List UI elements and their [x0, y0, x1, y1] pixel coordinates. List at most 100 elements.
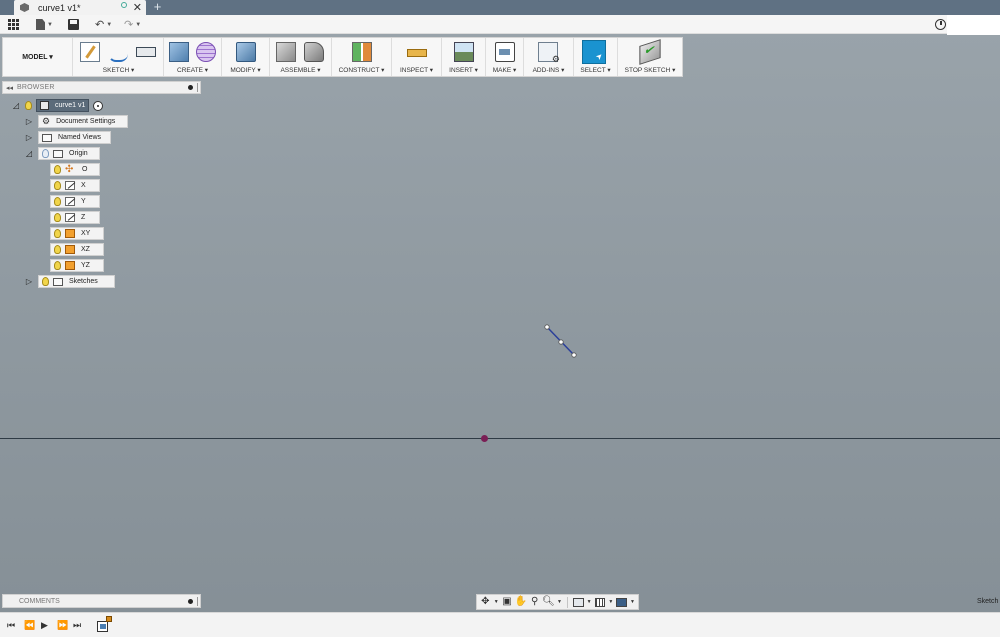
job-status-clock-icon[interactable] [935, 19, 946, 30]
joint-icon[interactable] [304, 42, 324, 62]
spline-start-point[interactable] [544, 324, 550, 330]
addins-group[interactable]: ADD-INS ▾ [524, 38, 574, 76]
sketch-palette-label[interactable]: Sketch [977, 598, 998, 605]
new-tab-button[interactable]: + [151, 0, 164, 14]
expand-triangle-icon[interactable]: ▷ [25, 133, 33, 142]
insert-group[interactable]: INSERT ▾ [442, 38, 486, 76]
stop-sketch-icon[interactable] [639, 39, 661, 65]
xy-plane-node[interactable]: XY [50, 227, 104, 240]
assemble-group[interactable]: ASSEMBLE ▾ [270, 38, 332, 76]
tree-row-document-settings[interactable]: ▷ ⚙ Document Settings [25, 115, 128, 128]
visibility-bulb-icon[interactable] [54, 181, 61, 190]
x-axis-node[interactable]: X [50, 179, 100, 192]
play-icon[interactable]: ▶ [41, 621, 48, 630]
origin-node[interactable]: Origin [38, 147, 100, 160]
visibility-bulb-icon[interactable] [54, 213, 61, 222]
insert-menu-label[interactable]: INSERT ▾ [442, 66, 485, 74]
tree-row-named-views[interactable]: ▷ Named Views [25, 131, 111, 144]
go-to-start-icon[interactable]: ⏮ [7, 621, 15, 630]
sketches-node[interactable]: Sketches [38, 275, 115, 288]
chevron-down-icon[interactable]: ▼ [630, 599, 635, 605]
step-forward-icon[interactable]: ⏩ [57, 621, 68, 630]
pan-hand-icon[interactable]: ✋ [515, 597, 527, 608]
grid-settings-icon[interactable] [594, 597, 606, 607]
xz-plane-node[interactable]: XZ [50, 243, 104, 256]
spline-end-point[interactable] [571, 352, 577, 358]
create-menu-label[interactable]: CREATE ▾ [164, 66, 221, 74]
rectangle-icon[interactable] [136, 47, 156, 57]
timeline-marker-icon[interactable] [106, 616, 112, 622]
activate-component-icon[interactable] [93, 100, 104, 111]
inspect-group[interactable]: INSPECT ▾ [392, 38, 442, 76]
chevron-down-icon[interactable]: ▼ [608, 599, 613, 605]
stop-sketch-menu-label[interactable]: STOP SKETCH ▾ [618, 66, 682, 74]
construct-menu-label[interactable]: CONSTRUCT ▾ [332, 66, 391, 74]
look-at-icon[interactable]: ▣ [502, 597, 513, 608]
pin-icon[interactable] [188, 598, 193, 604]
scripts-addins-icon[interactable] [538, 42, 560, 65]
create-sketch-icon[interactable] [80, 42, 100, 62]
browser-panel-header[interactable]: ◂◂ BROWSER [2, 81, 201, 94]
visibility-bulb-icon[interactable] [54, 245, 61, 254]
tree-row-yz-plane[interactable]: YZ [50, 259, 104, 272]
named-views-node[interactable]: Named Views [38, 131, 111, 144]
y-axis-node[interactable]: Y [50, 195, 100, 208]
go-to-end-icon[interactable]: ⏭ [73, 621, 81, 630]
tree-row-origin-point[interactable]: ✣ O [50, 163, 100, 176]
chevron-down-icon[interactable]: ▼ [557, 599, 562, 605]
press-pull-icon[interactable] [236, 42, 256, 62]
panel-resize-handle[interactable] [197, 596, 198, 606]
select-group[interactable]: SELECT ▾ [574, 38, 618, 76]
tree-row-z-axis[interactable]: Z [50, 211, 100, 224]
sketch-spline[interactable] [540, 322, 582, 362]
insert-image-icon[interactable] [454, 42, 474, 62]
document-tab[interactable]: curve1 v1* ✕ [14, 0, 146, 15]
zoom-icon[interactable]: ⚲ [529, 597, 540, 608]
make-group[interactable]: MAKE ▾ [486, 38, 524, 76]
measure-icon[interactable] [407, 49, 427, 57]
fit-zoom-icon[interactable]: 🔍︎ [542, 597, 555, 608]
chevron-down-icon[interactable]: ▼ [494, 599, 499, 605]
offset-plane-icon[interactable] [352, 42, 372, 62]
visibility-bulb-icon[interactable] [42, 277, 49, 286]
tree-row-y-axis[interactable]: Y [50, 195, 100, 208]
viewports-icon[interactable] [616, 597, 628, 607]
construct-group[interactable]: CONSTRUCT ▾ [332, 38, 392, 76]
z-axis-node[interactable]: Z [50, 211, 100, 224]
tree-row-xz-plane[interactable]: XZ [50, 243, 104, 256]
timeline-sketch-feature-icon[interactable] [97, 621, 108, 632]
chevron-down-icon[interactable]: ▼ [587, 599, 592, 605]
spline-mid-point[interactable] [558, 339, 564, 345]
addins-menu-label[interactable]: ADD-INS ▾ [524, 66, 573, 74]
collapse-panel-icon[interactable]: ◂◂ [6, 84, 13, 92]
assemble-menu-label[interactable]: ASSEMBLE ▾ [270, 66, 331, 74]
orbit-icon[interactable]: ✥ [480, 597, 491, 608]
display-settings-icon[interactable] [572, 597, 584, 607]
origin-point-node[interactable]: ✣ O [50, 163, 100, 176]
visibility-bulb-icon[interactable] [54, 229, 61, 238]
quick-search-field[interactable] [947, 15, 1000, 35]
visibility-bulb-icon[interactable] [54, 197, 61, 206]
select-menu-label[interactable]: SELECT ▾ [574, 66, 617, 74]
modify-group[interactable]: MODIFY ▾ [222, 38, 270, 76]
file-menu-button[interactable]: ▼ [36, 18, 53, 31]
stop-sketch-group[interactable]: STOP SKETCH ▾ [618, 38, 682, 76]
collapse-triangle-icon[interactable]: ◿ [12, 101, 20, 110]
save-button[interactable] [68, 18, 79, 31]
tree-row-xy-plane[interactable]: XY [50, 227, 104, 240]
expand-triangle-icon[interactable]: ▷ [25, 277, 33, 286]
document-settings-node[interactable]: ⚙ Document Settings [38, 115, 128, 128]
visibility-bulb-icon[interactable] [54, 261, 61, 270]
tree-row-sketches[interactable]: ▷ Sketches [25, 275, 115, 288]
visibility-bulb-icon[interactable] [25, 101, 32, 110]
new-component-icon[interactable] [276, 42, 296, 62]
sketch-origin-point[interactable] [481, 435, 488, 442]
make-menu-label[interactable]: MAKE ▾ [486, 66, 523, 74]
tree-row-x-axis[interactable]: X [50, 179, 100, 192]
yz-plane-node[interactable]: YZ [50, 259, 104, 272]
workspace-mode-dropdown[interactable]: MODEL ▾ [3, 38, 73, 76]
close-tab-icon[interactable]: ✕ [133, 1, 142, 14]
extrude-icon[interactable] [169, 42, 189, 62]
panel-resize-handle[interactable] [197, 83, 198, 92]
inspect-menu-label[interactable]: INSPECT ▾ [392, 66, 441, 74]
